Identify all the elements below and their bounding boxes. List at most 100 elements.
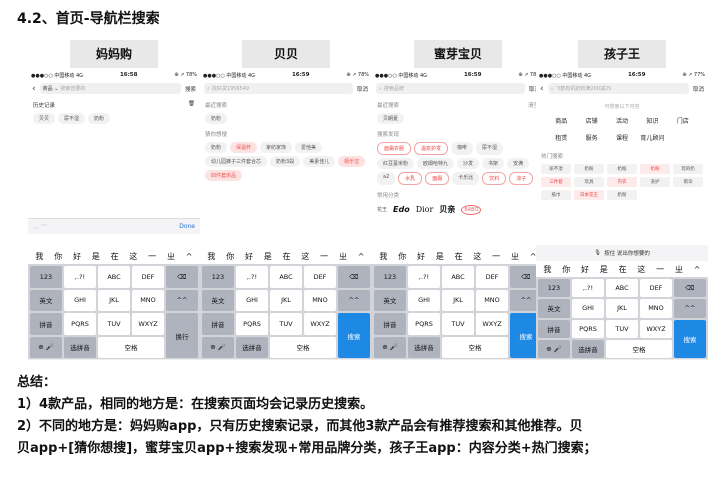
keyboard-key[interactable]: 拼音 (538, 319, 570, 338)
enter-key[interactable]: 搜索 (674, 319, 706, 358)
keyboard-key[interactable]: MNO (476, 289, 508, 311)
keyboard-key[interactable]: ,.?! (64, 266, 96, 288)
candidate-char[interactable]: 这 (129, 251, 137, 262)
cancel-button[interactable]: 取消 (357, 85, 368, 93)
category-item[interactable]: 活动 (607, 116, 637, 125)
history-tag[interactable]: 尿不湿 (58, 113, 86, 124)
keyboard-key[interactable]: ^^ (166, 289, 198, 311)
back-icon[interactable]: ‹ (32, 84, 36, 94)
keyboard-key[interactable]: 选拼音 (64, 336, 96, 358)
category-item[interactable]: 知识 (637, 116, 667, 125)
brand-logo[interactable]: 花王 (377, 206, 387, 213)
search-scope-select[interactable]: 商品 ⌄ (43, 85, 59, 92)
candidate-char[interactable]: 是 (92, 251, 100, 262)
category-item[interactable]: 店铺 (576, 116, 606, 125)
enter-key[interactable]: 换行 (166, 313, 198, 358)
hot-search-item[interactable]: 雨伞 (673, 177, 703, 187)
candidate-char[interactable]: ^ (358, 252, 365, 261)
candidate-char[interactable]: 一 (492, 251, 500, 262)
discover-tag[interactable]: 安满 (507, 158, 530, 169)
hot-search-item[interactable]: 玩具 (574, 177, 604, 187)
keyboard-key[interactable]: ABC (606, 279, 638, 298)
history-tag[interactable]: 贝贝 (33, 113, 56, 124)
guess-tag[interactable]: 奶粉 (205, 142, 228, 153)
discover-tag[interactable]: 欧姆哈特九 (417, 158, 455, 169)
discover-tag[interactable]: 凉子 (509, 172, 534, 185)
keyboard-key[interactable]: TUV (606, 319, 638, 338)
candidate-char[interactable]: 一 (148, 251, 156, 262)
candidate-char[interactable]: 这 (473, 251, 481, 262)
globe-mic-keys[interactable]: ⊕ 🎤 (538, 339, 570, 358)
category-item[interactable]: 育儿顾问 (637, 133, 667, 142)
keyboard-key[interactable]: 拼音 (30, 313, 62, 335)
keyboard-key[interactable]: 选拼音 (408, 336, 440, 358)
keyboard-key[interactable]: TUV (442, 313, 474, 335)
keyboard-key[interactable]: ⌫ (338, 266, 370, 288)
keyboard-key[interactable]: 123 (30, 266, 62, 288)
guess-tag[interactable]: 爱他美 (295, 142, 323, 153)
discover-tag[interactable]: 温泉护发 (414, 142, 449, 155)
keyboard-key[interactable]: MNO (132, 289, 164, 311)
keyboard-key[interactable]: WXYZ (304, 313, 336, 335)
search-input[interactable]: ⌕ 搜索品牌 (376, 83, 525, 94)
discover-tag[interactable]: 沙发 (457, 158, 480, 169)
keyboard-key[interactable]: 英文 (30, 289, 62, 311)
candidate-char[interactable]: 在 (619, 264, 627, 275)
hot-search-item[interactable]: 尿不湿 (541, 164, 571, 174)
hot-search-item[interactable]: 三件套 (541, 177, 571, 187)
keyboard-key[interactable]: WXYZ (476, 313, 508, 335)
category-item[interactable]: 服务 (576, 133, 606, 142)
candidate-char[interactable]: 我 (35, 251, 43, 262)
candidate-char[interactable]: ^ (694, 265, 701, 274)
brand-logo[interactable]: BABO (461, 204, 482, 215)
discover-tag[interactable]: 面霜衣服 (377, 142, 412, 155)
category-item[interactable]: 课程 (607, 133, 637, 142)
keyboard-key[interactable]: 英文 (538, 299, 570, 318)
candidate-char[interactable]: ㄓ (675, 264, 683, 275)
hot-search-item[interactable]: 纸巾 (541, 190, 571, 200)
candidate-char[interactable]: ㄓ (511, 251, 519, 262)
keyboard-key[interactable]: JKL (442, 289, 474, 311)
back-icon[interactable]: ‹ (540, 84, 544, 94)
keyboard-key[interactable]: ABC (270, 266, 302, 288)
candidate-char[interactable]: 好 (73, 251, 81, 262)
arrow-up-down-icon[interactable]: ︿ ﹀ (33, 222, 47, 231)
keyboard-key[interactable]: 123 (374, 266, 406, 288)
candidate-char[interactable]: 我 (379, 251, 387, 262)
keyboard-key[interactable]: TUV (98, 313, 130, 335)
candidate-char[interactable]: 好 (581, 264, 589, 275)
keyboard-key[interactable]: GHI (572, 299, 604, 318)
candidate-char[interactable]: 是 (264, 251, 272, 262)
keyboard-key[interactable]: 英文 (202, 289, 234, 311)
keyboard-key[interactable]: ⌫ (674, 279, 706, 298)
keyboard-key[interactable]: DEF (476, 266, 508, 288)
discover-tag[interactable]: 面霜 (425, 172, 450, 185)
keyboard-key[interactable]: WXYZ (640, 319, 672, 338)
keyboard-key[interactable]: ^^ (674, 299, 706, 318)
candidate-char[interactable]: 在 (455, 251, 463, 262)
hot-search-item[interactable]: 奶粉 (640, 164, 670, 174)
discover-tag[interactable]: a2 (377, 172, 396, 185)
hot-search-item[interactable]: 洗护 (640, 177, 670, 187)
discover-tag[interactable]: 咖啡 (451, 142, 474, 155)
discover-tag[interactable]: 水乳 (398, 172, 423, 185)
guess-tag[interactable]: 四件套床品 (205, 170, 243, 181)
keyboard-key[interactable]: PQRS (64, 313, 96, 335)
discover-tag[interactable]: 尿不湿 (476, 142, 504, 155)
keyboard-key[interactable]: ^^ (338, 289, 370, 311)
space-key[interactable]: 空格 (270, 336, 336, 358)
keyboard-key[interactable]: JKL (270, 289, 302, 311)
candidate-char[interactable]: 好 (417, 251, 425, 262)
search-input[interactable]: 商品 ⌄ 搜索您要的 (39, 83, 181, 94)
hot-search-item[interactable]: 内衣 (607, 177, 637, 187)
keyboard-key[interactable]: JKL (98, 289, 130, 311)
hot-search-item[interactable]: 奶粉 (607, 190, 637, 200)
globe-mic-keys[interactable]: ⊕ 🎤 (374, 336, 406, 358)
keyboard-key[interactable]: ABC (442, 266, 474, 288)
keyboard-key[interactable]: DEF (304, 266, 336, 288)
candidate-char[interactable]: ㄓ (167, 251, 175, 262)
discover-tag[interactable]: 卡乐比 (452, 172, 480, 185)
keyboard-key[interactable]: ,.?! (572, 279, 604, 298)
candidate-char[interactable]: 你 (562, 264, 570, 275)
keyboard-key[interactable]: JKL (606, 299, 638, 318)
